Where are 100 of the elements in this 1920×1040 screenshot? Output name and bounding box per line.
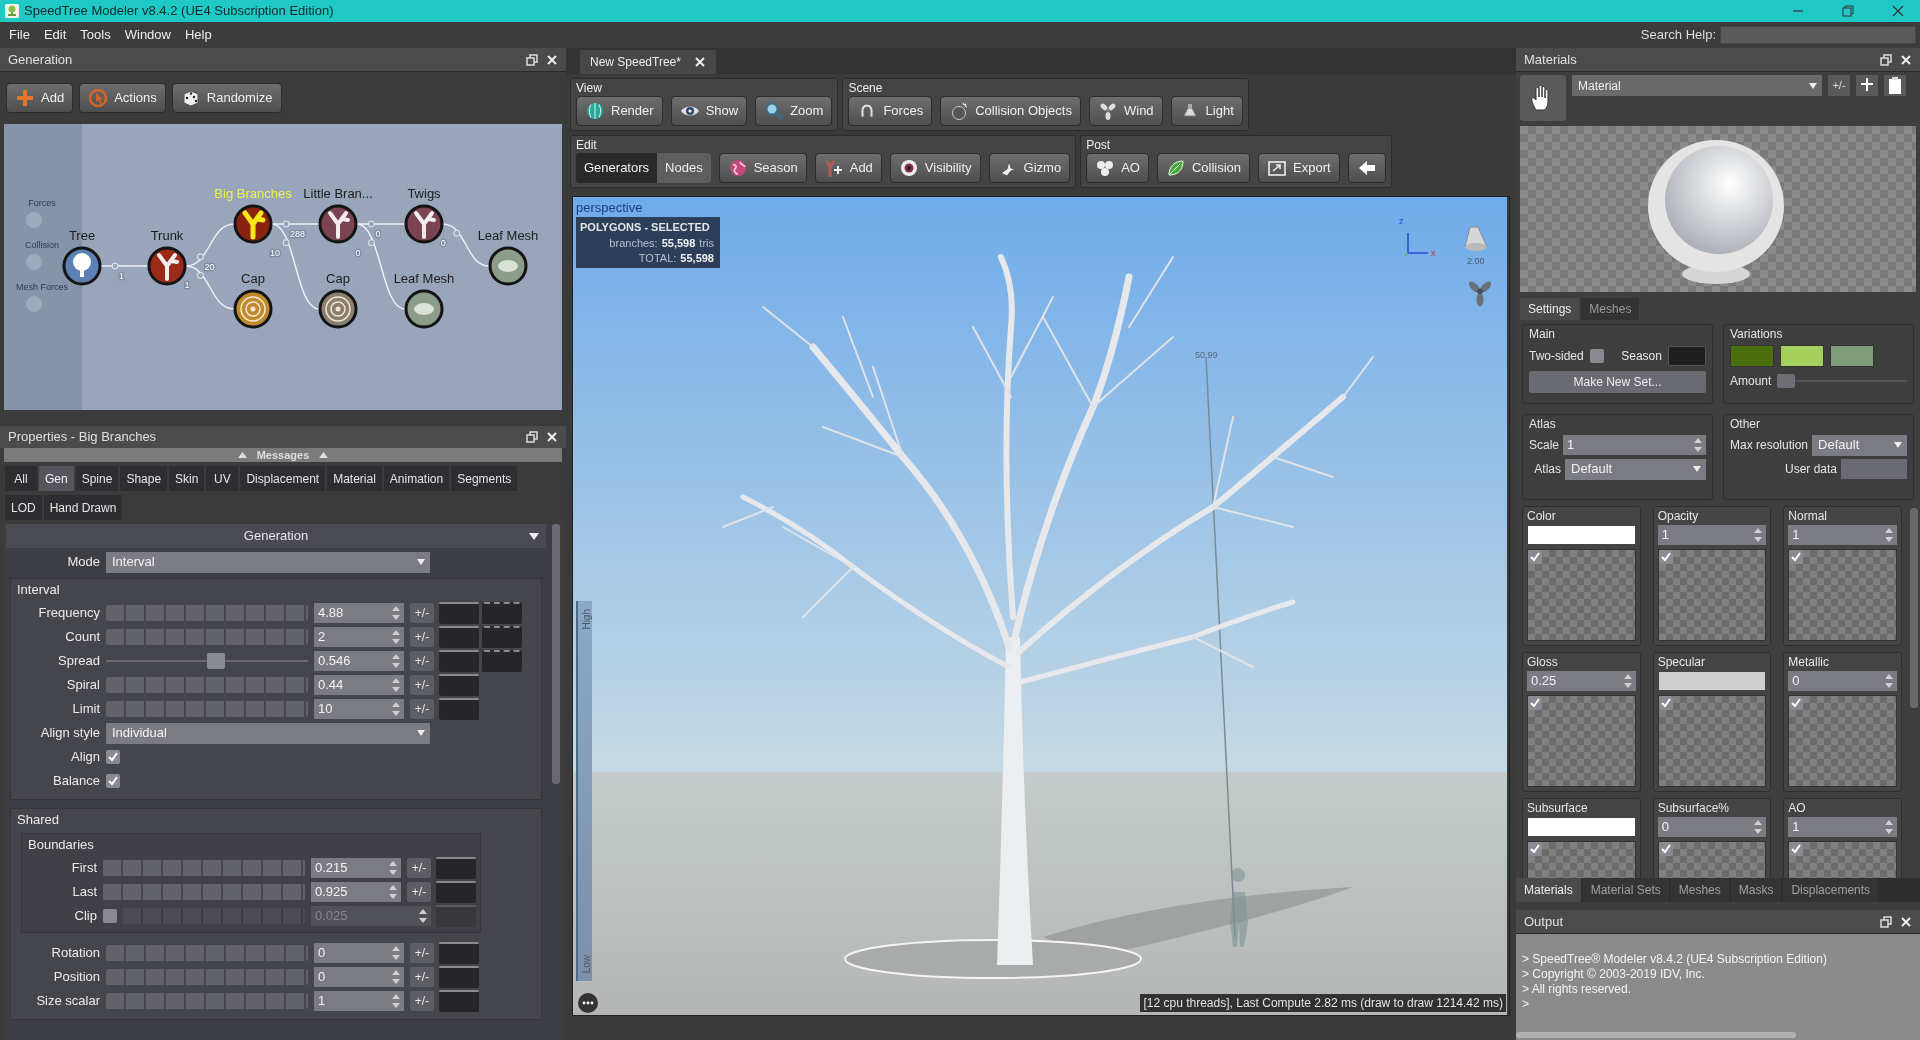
float-icon[interactable]	[526, 53, 538, 66]
number-field[interactable]: 1	[1788, 817, 1897, 837]
number-field[interactable]: 0	[314, 967, 404, 987]
node-label[interactable]: Leaf Mesh	[393, 271, 455, 286]
toolbar-button[interactable]: Light	[1170, 96, 1243, 126]
checkbox[interactable]	[106, 750, 120, 764]
number-field[interactable]: 10	[314, 699, 404, 719]
back-button[interactable]	[1347, 153, 1386, 183]
texture-preview[interactable]	[1527, 695, 1636, 787]
color-swatch[interactable]	[1667, 346, 1706, 366]
dropdown[interactable]: Material	[1572, 75, 1822, 96]
toolbar-button[interactable]: Collision Objects	[940, 96, 1081, 126]
tab[interactable]: Spine	[75, 466, 119, 491]
search-field[interactable]	[1720, 26, 1916, 44]
node-label[interactable]: Little Bran...	[303, 186, 373, 201]
spin-buttons[interactable]	[390, 652, 402, 670]
checkbox[interactable]	[1658, 842, 1673, 856]
spin-buttons[interactable]	[1752, 526, 1765, 544]
float-icon[interactable]	[1880, 53, 1892, 66]
number-field[interactable]: 1	[1657, 525, 1767, 545]
checkbox[interactable]	[106, 774, 120, 788]
close-icon[interactable]	[1892, 5, 1904, 17]
toolbar-button[interactable]: Add	[6, 83, 74, 113]
toolbar-button[interactable]: Collision	[1156, 153, 1251, 183]
checkbox[interactable]	[1789, 696, 1804, 710]
clipboard-icon[interactable]	[1884, 75, 1906, 96]
toolbar-button[interactable]: Render	[576, 96, 663, 126]
node-label[interactable]: Leaf Mesh	[477, 228, 539, 243]
checkbox[interactable]	[1528, 696, 1542, 710]
checkbox[interactable]	[1589, 349, 1604, 363]
toolbar-button[interactable]: AO	[1086, 153, 1149, 183]
node-label[interactable]: Twigs	[407, 186, 441, 201]
number-field[interactable]: 0	[1788, 671, 1897, 691]
menu-item[interactable]: Help	[184, 25, 212, 45]
variance-button[interactable]: +/-	[410, 967, 434, 987]
tab[interactable]: Displacements	[1783, 878, 1879, 902]
toolbar-button[interactable]: Show	[670, 96, 748, 126]
spin-buttons[interactable]	[390, 968, 402, 986]
scrollbar[interactable]	[1910, 508, 1918, 708]
checkbox[interactable]	[1789, 842, 1804, 856]
side-item-label[interactable]: Forces	[28, 198, 56, 208]
tab[interactable]: LOD	[5, 495, 42, 520]
variance-button[interactable]: +/-	[410, 627, 434, 647]
number-field[interactable]: 0.215	[311, 858, 401, 878]
slider-thumb[interactable]	[207, 653, 226, 669]
spin-buttons[interactable]	[1883, 818, 1895, 836]
menu-item[interactable]: File	[9, 25, 30, 45]
document-tab[interactable]: New SpeedTree*	[580, 50, 716, 74]
toolbar-button[interactable]: Add	[814, 153, 882, 183]
curve-box[interactable]	[439, 990, 479, 1012]
curve-box[interactable]	[482, 650, 522, 672]
jog-slider[interactable]	[106, 993, 308, 1009]
number-field[interactable]: 0.925	[311, 882, 401, 902]
spin-buttons[interactable]	[1692, 436, 1704, 454]
toolbar-button[interactable]: Gizmo	[988, 153, 1071, 183]
tab[interactable]: Shape	[120, 466, 168, 491]
variance-button[interactable]: +/-	[410, 651, 434, 671]
float-icon[interactable]	[1880, 915, 1892, 928]
spin-buttons[interactable]	[1752, 818, 1765, 836]
toolbar-button[interactable]: Season	[718, 153, 807, 183]
curve-box[interactable]	[439, 602, 479, 624]
restore-icon[interactable]	[1842, 5, 1854, 17]
tab[interactable]: Skin	[169, 466, 205, 491]
tab[interactable]: Meshes	[1670, 878, 1729, 902]
jog-slider[interactable]	[106, 605, 308, 621]
jog-slider[interactable]	[106, 677, 308, 693]
jog-slider[interactable]	[106, 629, 308, 645]
graph-node[interactable]	[404, 289, 444, 329]
graph-node[interactable]	[233, 204, 273, 244]
spin-buttons[interactable]	[387, 859, 399, 877]
number-field[interactable]: 0.546	[314, 651, 404, 671]
number-field[interactable]: 1	[1563, 435, 1706, 455]
variance-button[interactable]: +/-	[410, 699, 434, 719]
dropdown[interactable]: Default	[1812, 434, 1907, 456]
jog-slider[interactable]	[106, 969, 308, 985]
graph-node[interactable]	[233, 289, 273, 329]
color-swatch[interactable]	[1730, 345, 1774, 367]
spin-buttons[interactable]	[1883, 526, 1895, 544]
spin-buttons[interactable]	[390, 676, 402, 694]
curve-box[interactable]	[439, 650, 479, 672]
number-field[interactable]: 2	[314, 627, 404, 647]
make-new-set-button[interactable]: Make New Set...	[1529, 371, 1706, 393]
checkbox[interactable]	[1658, 696, 1673, 710]
spin-buttons[interactable]	[390, 628, 402, 646]
texture-preview[interactable]	[1788, 695, 1897, 787]
checkbox[interactable]	[1528, 550, 1542, 564]
node-label[interactable]: Cap	[241, 271, 265, 286]
slider[interactable]	[1777, 374, 1907, 388]
tab[interactable]: Hand Drawn	[43, 495, 123, 520]
variance-button[interactable]: +/-	[410, 943, 434, 963]
menu-item[interactable]: Edit	[43, 25, 67, 45]
curve-box[interactable]	[482, 602, 522, 624]
texture-preview[interactable]	[1788, 549, 1897, 641]
spin-buttons[interactable]	[417, 907, 429, 925]
tab[interactable]: Meshes	[1581, 298, 1640, 320]
lamp-icon[interactable]	[1463, 223, 1489, 253]
node-label[interactable]: Trunk	[150, 228, 184, 243]
tab[interactable]: Settings	[1520, 298, 1580, 320]
checkbox[interactable]	[103, 909, 117, 923]
color-swatch[interactable]	[1527, 817, 1636, 837]
